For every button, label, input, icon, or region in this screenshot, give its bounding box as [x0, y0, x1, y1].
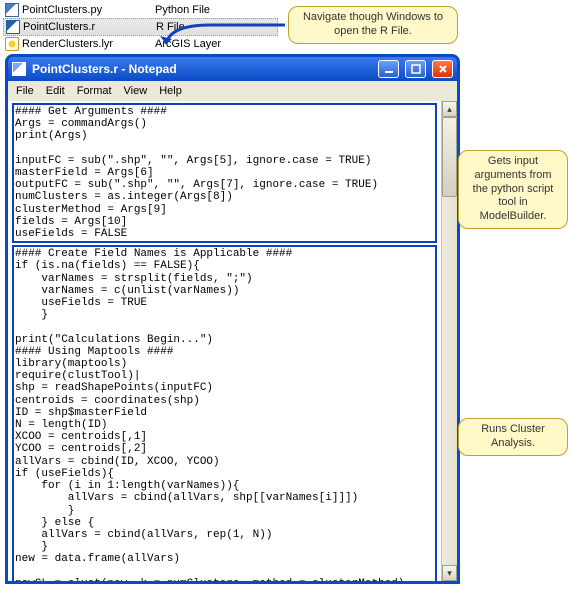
maximize-icon — [411, 64, 421, 74]
scroll-track[interactable] — [442, 197, 457, 565]
menu-format[interactable]: Format — [77, 85, 112, 97]
scroll-down-button[interactable]: ▾ — [442, 565, 457, 581]
code-text: #### Get Arguments #### Args = commandAr… — [15, 106, 434, 240]
code-text: #### Create Field Names is Applicable ##… — [15, 248, 434, 581]
menu-help[interactable]: Help — [159, 85, 182, 97]
code-block-arguments: #### Get Arguments #### Args = commandAr… — [12, 103, 437, 243]
text-area[interactable]: #### Get Arguments #### Args = commandAr… — [8, 101, 441, 581]
file-name: PointClusters.r — [23, 21, 153, 33]
titlebar[interactable]: PointClusters.r - Notepad — [8, 57, 457, 81]
scroll-thumb[interactable] — [442, 117, 457, 197]
scroll-up-button[interactable]: ▴ — [442, 101, 457, 117]
chevron-down-icon: ▾ — [447, 568, 452, 579]
notepad-icon — [12, 62, 26, 76]
file-name: RenderClusters.lyr — [22, 38, 152, 50]
menu-edit[interactable]: Edit — [46, 85, 65, 97]
notepad-window: PointClusters.r - Notepad File Edit Form… — [5, 54, 460, 584]
menubar: File Edit Format View Help — [8, 81, 457, 101]
chevron-up-icon: ▴ — [447, 104, 452, 115]
close-button[interactable] — [432, 60, 453, 78]
file-name: PointClusters.py — [22, 4, 152, 16]
callout-cluster: Runs Cluster Analysis. — [458, 418, 568, 456]
file-row[interactable]: PointClusters.py Python File — [3, 2, 278, 18]
layer-file-icon — [5, 37, 19, 51]
callout-arguments: Gets input arguments from the python scr… — [458, 150, 568, 229]
menu-file[interactable]: File — [16, 85, 34, 97]
file-type: Python File — [155, 4, 210, 16]
menu-view[interactable]: View — [124, 85, 148, 97]
maximize-button[interactable] — [405, 60, 426, 78]
vertical-scrollbar[interactable]: ▴ ▾ — [441, 101, 457, 581]
r-file-icon — [6, 20, 20, 34]
arrow-icon — [160, 22, 290, 52]
close-icon — [438, 64, 448, 74]
python-file-icon — [5, 3, 19, 17]
editor-body: #### Get Arguments #### Args = commandAr… — [8, 101, 457, 581]
callout-navigate: Navigate though Windows to open the R Fi… — [288, 6, 458, 44]
code-block-cluster: #### Create Field Names is Applicable ##… — [12, 245, 437, 581]
window-title: PointClusters.r - Notepad — [32, 62, 177, 76]
minimize-button[interactable] — [378, 60, 399, 78]
minimize-icon — [384, 64, 394, 74]
